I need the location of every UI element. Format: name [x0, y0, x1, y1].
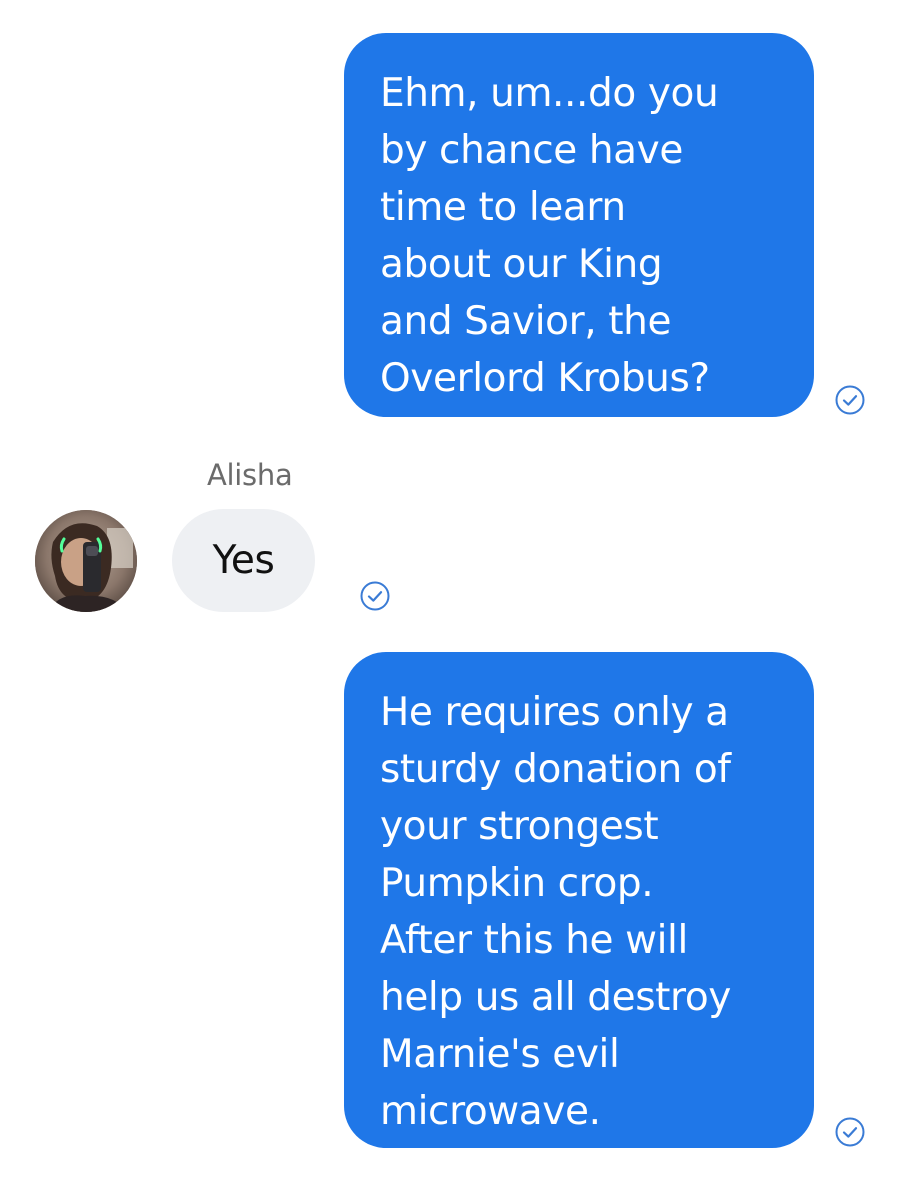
read-check-icon	[834, 384, 866, 416]
read-check-icon	[834, 1116, 866, 1148]
avatar[interactable]	[35, 510, 137, 612]
sender-name: Alisha	[207, 458, 293, 492]
outgoing-message-bubble[interactable]: He requires only a sturdy donation of yo…	[344, 652, 814, 1148]
incoming-message-bubble[interactable]: Yes	[172, 509, 315, 612]
read-check-icon	[359, 580, 391, 612]
outgoing-message-bubble[interactable]: Ehm, um...do you by chance have time to …	[344, 33, 814, 417]
